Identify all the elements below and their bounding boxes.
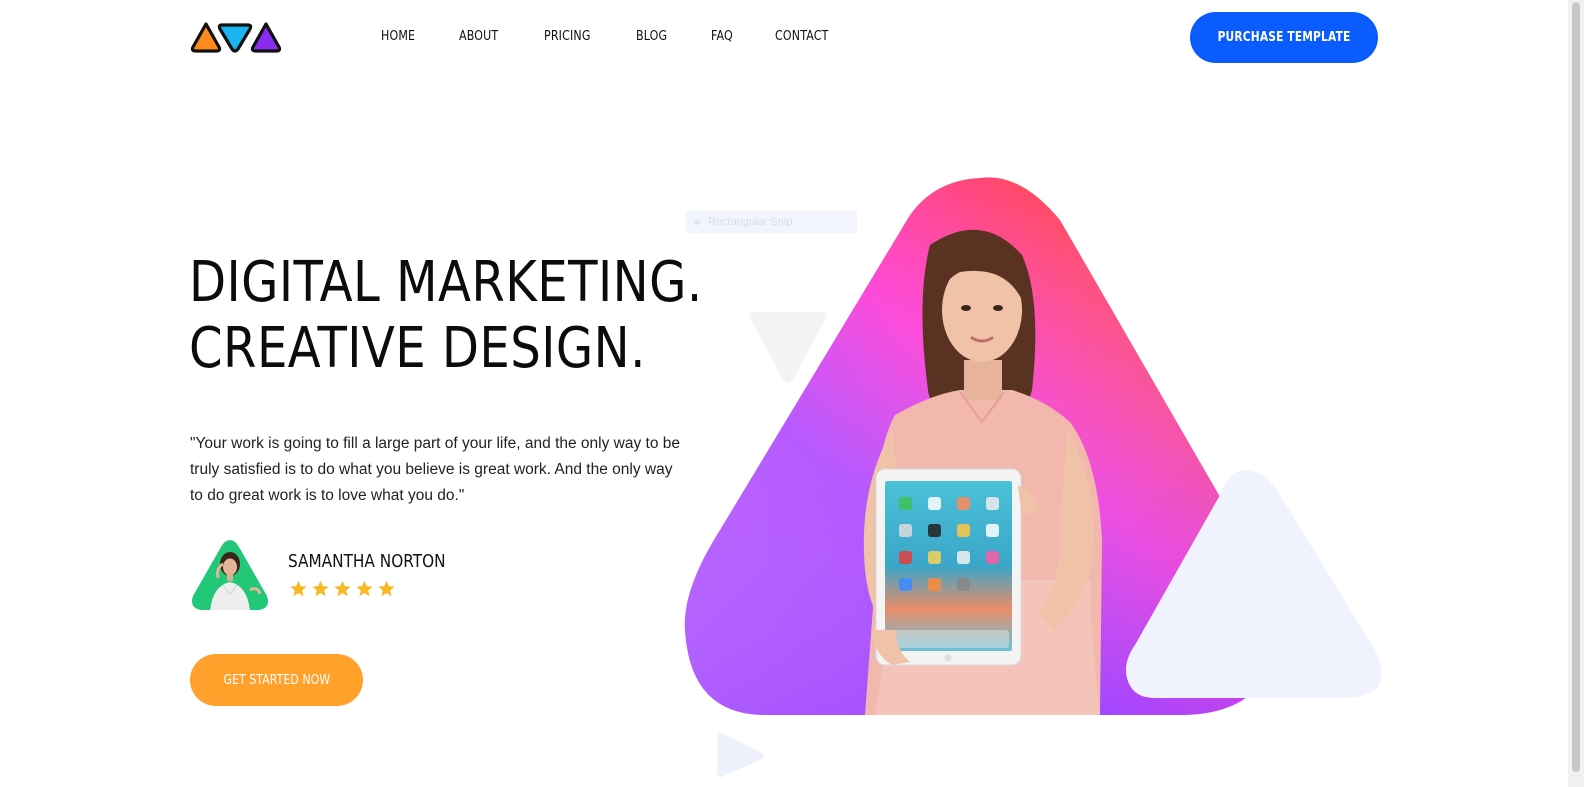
page-scrollbar[interactable] (1568, 0, 1584, 787)
brand-logo[interactable] (190, 20, 284, 56)
ghost-play-shape (716, 732, 764, 778)
snip-overlay: Rectangular Snip (686, 211, 857, 233)
nav-blog[interactable]: BLOG (636, 29, 667, 44)
testimonial-name: SAMANTHA NORTON (288, 551, 446, 572)
star-icon (290, 580, 307, 597)
nav-home[interactable]: HOME (381, 29, 415, 44)
hero-quote: "Your work is going to fill a large part… (190, 435, 681, 504)
purchase-template-label: PURCHASE TEMPLATE (1217, 30, 1351, 45)
nav-faq[interactable]: FAQ (711, 29, 733, 44)
testimonial-avatar (192, 540, 268, 610)
main-nav: HOME ABOUT PRICING BLOG FAQ CONTACT (381, 29, 876, 44)
headline-line-2: CREATIVE DESIGN. (189, 316, 646, 381)
tablet-illustration (872, 468, 1038, 666)
nav-about[interactable]: ABOUT (459, 29, 498, 44)
get-started-label: GET STARTED NOW (223, 672, 330, 688)
purchase-template-button[interactable]: PURCHASE TEMPLATE (1190, 12, 1378, 63)
rating-stars (289, 580, 396, 597)
star-icon (334, 580, 351, 597)
nav-contact[interactable]: CONTACT (775, 29, 829, 44)
hero-headline: DIGITAL MARKETING. CREATIVE DESIGN. (189, 250, 703, 382)
star-icon (356, 580, 373, 597)
snip-icon (694, 219, 700, 225)
hero-illustration (684, 177, 1382, 778)
ghost-triangle-shape (749, 312, 827, 383)
headline-line-1: DIGITAL MARKETING. (189, 250, 703, 315)
star-icon (378, 580, 395, 597)
star-icon (312, 580, 329, 597)
get-started-button[interactable]: GET STARTED NOW (190, 654, 363, 706)
snip-label: Rectangular Snip (708, 216, 793, 228)
scrollbar-thumb[interactable] (1572, 2, 1580, 772)
nav-pricing[interactable]: PRICING (544, 29, 591, 44)
